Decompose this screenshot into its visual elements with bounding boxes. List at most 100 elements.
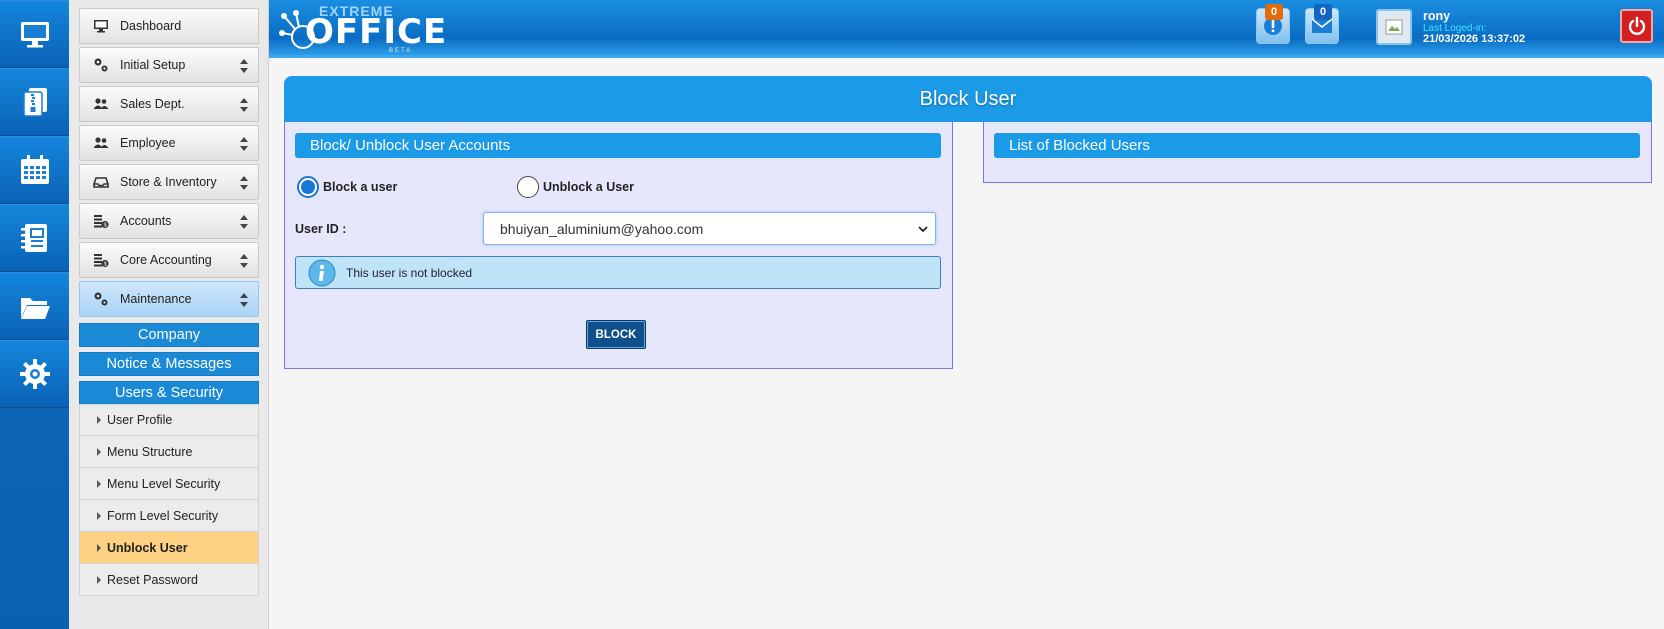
user-id-select[interactable]: bhuiyan_aluminium@yahoo.com xyxy=(483,212,936,245)
logo-sub-text: BETA xyxy=(389,48,413,54)
menu-accounts[interactable]: $ Accounts xyxy=(79,203,259,239)
app-rail xyxy=(0,0,69,629)
svg-text:$: $ xyxy=(104,223,107,229)
users-icon xyxy=(92,95,110,113)
sub-item-reset-password[interactable]: Reset Password xyxy=(79,564,259,596)
last-logged-value: 21/03/2026 13:37:02 xyxy=(1423,33,1526,45)
blocked-users-panel: List of Blocked Users xyxy=(983,122,1652,183)
rail-notebook-button[interactable] xyxy=(0,204,69,272)
rail-calendar-button[interactable] xyxy=(0,136,69,204)
menu-sales-dept-label: Sales Dept. xyxy=(120,97,185,111)
block-button[interactable]: BLOCK xyxy=(586,320,646,349)
top-bar: EXTREME OFFICE BETA 0 0 rony Last Loged-… xyxy=(269,0,1664,58)
caret-right-icon xyxy=(97,447,101,456)
menu-initial-setup-label: Initial Setup xyxy=(120,58,186,72)
side-menu: Dashboard Initial Setup Sales Dept. Empl… xyxy=(69,0,269,629)
sub-item-menu-level-security[interactable]: Menu Level Security xyxy=(79,468,259,500)
rail-settings-button[interactable] xyxy=(0,340,69,408)
messages-button[interactable]: 0 xyxy=(1305,4,1339,44)
folder-open-icon xyxy=(20,298,50,319)
rail-dashboard-button[interactable] xyxy=(0,0,69,68)
alerts-button[interactable]: 0 xyxy=(1256,4,1290,44)
user-id-label: User ID : xyxy=(295,222,347,236)
sub-item-label: Unblock User xyxy=(107,540,188,555)
menu-dashboard-label: Dashboard xyxy=(120,19,182,33)
svg-text:$: $ xyxy=(104,262,107,268)
messages-badge: 0 xyxy=(1314,4,1332,20)
avatar[interactable] xyxy=(1376,9,1412,45)
caret-right-icon xyxy=(97,479,101,488)
radio-unselected-indicator xyxy=(517,176,539,198)
menu-employee-label: Employee xyxy=(120,136,176,150)
unblock-user-radio-label: Unblock a User xyxy=(543,180,635,194)
menu-core-accounting[interactable]: $ Core Accounting xyxy=(79,242,259,278)
menu-core-accounting-label: Core Accounting xyxy=(120,253,212,267)
user-name: rony xyxy=(1423,9,1451,23)
gear-icon xyxy=(19,359,50,389)
caret-right-icon xyxy=(97,575,101,584)
menu-maintenance-label: Maintenance xyxy=(120,292,192,306)
logout-button[interactable] xyxy=(1620,9,1653,43)
calendar-icon xyxy=(20,155,49,184)
sub-item-label: Reset Password xyxy=(107,572,199,587)
menu-accounts-label: Accounts xyxy=(120,214,172,228)
broken-image-icon xyxy=(1385,19,1403,35)
monitor-icon xyxy=(20,22,49,48)
unblock-user-radio[interactable]: Unblock a User xyxy=(517,176,634,198)
sub-item-label: Menu Level Security xyxy=(107,476,221,491)
sub-item-unblock-user[interactable]: Unblock User xyxy=(79,532,259,564)
section-users-security-label: Users & Security xyxy=(115,385,223,401)
menu-sales-dept[interactable]: Sales Dept. xyxy=(79,86,259,122)
sort-arrows-icon xyxy=(240,137,248,151)
envelope-icon xyxy=(1311,18,1333,33)
caret-right-icon xyxy=(97,416,101,424)
menu-dashboard[interactable]: Dashboard xyxy=(79,8,259,44)
info-message-text: This user is not blocked xyxy=(346,265,473,280)
caret-right-icon xyxy=(97,511,101,520)
block-user-radio[interactable]: Block a user xyxy=(297,176,397,198)
rail-archive-button[interactable] xyxy=(0,68,69,136)
sub-item-form-level-security[interactable]: Form Level Security xyxy=(79,500,259,532)
info-icon xyxy=(308,259,336,286)
logo-main-text: OFFICE xyxy=(305,12,448,52)
monitor-icon xyxy=(92,17,110,35)
app-logo[interactable]: EXTREME OFFICE BETA xyxy=(279,3,446,55)
menu-store-inventory-label: Store & Inventory xyxy=(120,175,217,189)
page-title: Block User xyxy=(284,76,1652,122)
notebook-icon xyxy=(20,224,47,252)
users-icon xyxy=(92,134,110,152)
rail-folder-button[interactable] xyxy=(0,272,69,340)
menu-employee[interactable]: Employee xyxy=(79,125,259,161)
coins-icon: $ xyxy=(92,212,110,230)
sub-item-menu-structure[interactable]: Menu Structure xyxy=(79,436,259,468)
sort-arrows-icon xyxy=(240,98,248,112)
sub-item-label: User Profile xyxy=(107,413,173,427)
section-users-security[interactable]: Users & Security xyxy=(79,381,259,405)
inbox-icon xyxy=(92,173,110,191)
block-unblock-panel-title: Block/ Unblock User Accounts xyxy=(295,133,941,158)
menu-store-inventory[interactable]: Store & Inventory xyxy=(79,164,259,200)
power-icon xyxy=(1628,16,1645,35)
gears-icon xyxy=(92,290,110,308)
sort-arrows-icon xyxy=(240,293,248,307)
user-id-select-value: bhuiyan_aluminium@yahoo.com xyxy=(500,220,704,237)
section-notice-messages[interactable]: Notice & Messages xyxy=(79,352,259,376)
sort-arrows-icon xyxy=(240,59,248,73)
sort-arrows-icon xyxy=(240,254,248,268)
alerts-badge: 0 xyxy=(1265,4,1283,20)
caret-right-icon xyxy=(97,543,101,552)
radio-selected-indicator xyxy=(297,176,319,198)
info-message: This user is not blocked xyxy=(295,256,941,289)
coins-icon: $ xyxy=(92,251,110,269)
sort-arrows-icon xyxy=(240,215,248,229)
section-company[interactable]: Company xyxy=(79,323,259,347)
sort-arrows-icon xyxy=(240,176,248,190)
blocked-users-panel-title: List of Blocked Users xyxy=(994,133,1640,158)
menu-maintenance[interactable]: Maintenance xyxy=(79,281,259,317)
block-user-radio-label: Block a user xyxy=(323,180,398,194)
menu-initial-setup[interactable]: Initial Setup xyxy=(79,47,259,83)
section-notice-messages-label: Notice & Messages xyxy=(106,356,232,372)
gears-icon xyxy=(92,56,110,74)
document-zip-icon xyxy=(22,88,47,117)
sub-item-user-profile[interactable]: User Profile xyxy=(79,404,259,436)
